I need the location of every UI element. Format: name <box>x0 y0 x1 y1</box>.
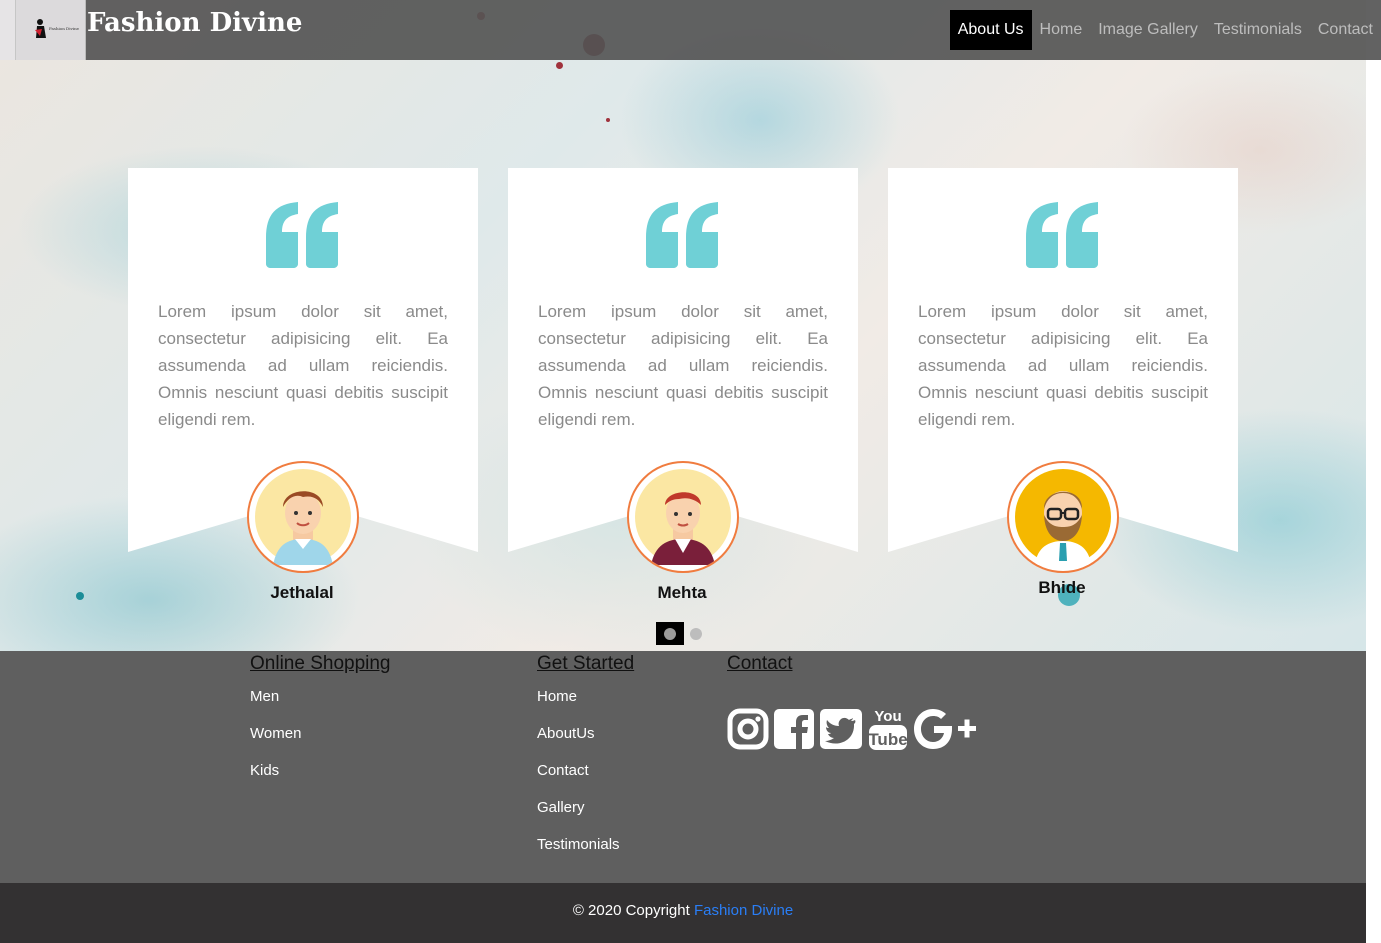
instagram-icon[interactable] <box>727 708 769 750</box>
footer-link-home[interactable]: Home <box>537 688 634 705</box>
footer-link-men[interactable]: Men <box>250 688 391 705</box>
footer-heading: Contact <box>727 653 793 674</box>
boy-avatar-icon <box>255 469 351 565</box>
footer-link-testimonials[interactable]: Testimonials <box>537 836 634 853</box>
top-navbar: Fashion Divine Fashion Divine About Us H… <box>0 0 1381 60</box>
youtube-icon[interactable]: You Tube <box>867 706 909 752</box>
testimonial-text: Lorem ipsum dolor sit amet, consectetur … <box>158 302 448 429</box>
footer-link-contact[interactable]: Contact <box>537 762 634 779</box>
footer-heading: Get Started <box>537 653 635 674</box>
logo[interactable]: Fashion Divine <box>0 0 86 60</box>
google-plus-icon[interactable] <box>913 708 979 750</box>
paint-splat <box>556 62 563 69</box>
nav-contact[interactable]: Contact <box>1310 10 1381 50</box>
logo-text: Fashion Divine <box>49 26 80 31</box>
copyright-text: © 2020 Copyright <box>572 902 690 919</box>
testimonial-name: Jethalal <box>270 583 334 602</box>
footer-link-kids[interactable]: Kids <box>250 762 391 779</box>
footer-heading: Online Shopping <box>250 653 391 674</box>
social-links: You Tube <box>727 706 983 752</box>
carousel-dot-active[interactable] <box>656 622 684 645</box>
avatar <box>247 461 359 573</box>
footer-link-aboutus[interactable]: AboutUs <box>537 725 634 742</box>
man-avatar-icon <box>635 469 731 565</box>
footer-column-contact: Contact <box>727 651 792 675</box>
quote-icon <box>646 202 718 268</box>
paint-splat <box>606 118 610 122</box>
main-nav: About Us Home Image Gallery Testimonials… <box>949 10 1381 50</box>
footer-link-women[interactable]: Women <box>250 725 391 742</box>
testimonial-name: Mehta <box>657 583 707 602</box>
footer-column-get-started: Get Started Home AboutUs Contact Gallery… <box>537 651 634 853</box>
twitter-icon[interactable] <box>819 708 863 750</box>
quote-icon <box>266 202 338 268</box>
quote-icon <box>1026 202 1098 268</box>
site-title[interactable]: Fashion Divine <box>87 8 302 38</box>
nav-home[interactable]: Home <box>1032 10 1091 50</box>
paint-splat <box>76 592 84 600</box>
testimonial-text: Lorem ipsum dolor sit amet, consectetur … <box>918 302 1208 429</box>
model-silhouette-icon <box>35 19 46 38</box>
nav-about-us[interactable]: About Us <box>949 10 1032 50</box>
page-edge <box>1366 60 1381 943</box>
avatar <box>1007 461 1119 573</box>
carousel-dot[interactable] <box>690 628 702 640</box>
footer-link-gallery[interactable]: Gallery <box>537 799 634 816</box>
footer: Online Shopping Men Women Kids Get Start… <box>0 651 1366 883</box>
svg-text:You: You <box>874 708 901 725</box>
nav-image-gallery[interactable]: Image Gallery <box>1090 10 1206 50</box>
bearded-man-avatar-icon <box>1015 469 1111 565</box>
copyright-link[interactable]: Fashion Divine <box>694 902 793 919</box>
testimonial-text: Lorem ipsum dolor sit amet, consectetur … <box>538 302 828 429</box>
testimonial-name: Bhide <box>1038 578 1086 597</box>
svg-text:Tube: Tube <box>868 730 907 749</box>
copyright-bar: © 2020 Copyright Fashion Divine <box>0 883 1366 943</box>
avatar <box>627 461 739 573</box>
facebook-icon[interactable] <box>773 708 815 750</box>
nav-testimonials[interactable]: Testimonials <box>1206 10 1310 50</box>
footer-column-online-shopping: Online Shopping Men Women Kids <box>250 651 391 779</box>
